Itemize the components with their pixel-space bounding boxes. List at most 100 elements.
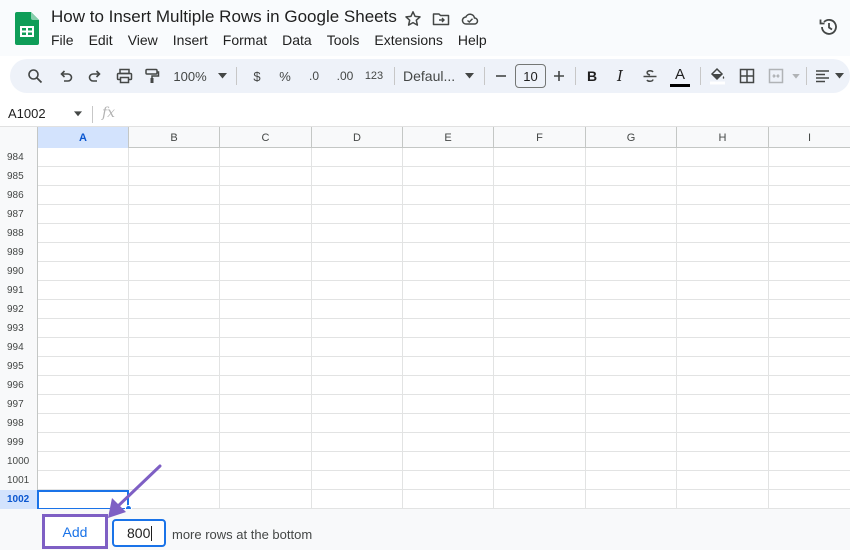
grid-cell[interactable]: [220, 281, 312, 300]
grid-cell[interactable]: [220, 490, 312, 509]
column-header-i[interactable]: I: [769, 127, 850, 148]
grid-cell[interactable]: [403, 319, 494, 338]
grid-cell[interactable]: [586, 319, 677, 338]
grid-cell[interactable]: [220, 452, 312, 471]
grid-cell[interactable]: [312, 224, 403, 243]
grid-cell[interactable]: [312, 205, 403, 224]
row-header[interactable]: 992: [0, 300, 38, 319]
grid-cell[interactable]: [312, 414, 403, 433]
grid-cell[interactable]: [38, 490, 129, 509]
grid-cell[interactable]: [403, 395, 494, 414]
star-icon[interactable]: [404, 10, 422, 28]
name-box-caret-icon[interactable]: [74, 111, 82, 117]
row-header[interactable]: 994: [0, 338, 38, 357]
grid-cell[interactable]: [129, 262, 220, 281]
grid-cell[interactable]: [494, 186, 586, 205]
select-all-corner[interactable]: [0, 127, 38, 148]
row-header[interactable]: 991: [0, 281, 38, 300]
move-folder-icon[interactable]: [432, 10, 450, 28]
increase-font-size-icon[interactable]: [550, 59, 568, 93]
grid-cell[interactable]: [38, 414, 129, 433]
grid-cell[interactable]: [677, 395, 769, 414]
grid-cell[interactable]: [403, 262, 494, 281]
cloud-saved-icon[interactable]: [461, 10, 479, 28]
row-header[interactable]: 999: [0, 433, 38, 452]
grid-cell[interactable]: [220, 262, 312, 281]
grid-cell[interactable]: [312, 319, 403, 338]
grid-cell[interactable]: [403, 376, 494, 395]
grid-cell[interactable]: [769, 319, 850, 338]
grid-cell[interactable]: [38, 205, 129, 224]
grid-cell[interactable]: [677, 338, 769, 357]
grid-cell[interactable]: [677, 414, 769, 433]
row-header[interactable]: 986: [0, 186, 38, 205]
zoom-select[interactable]: 100%: [170, 59, 210, 93]
grid-cell[interactable]: [38, 262, 129, 281]
decrease-font-size-icon[interactable]: [492, 59, 510, 93]
grid-cell[interactable]: [220, 319, 312, 338]
percent-format-button[interactable]: %: [276, 59, 294, 93]
grid-cell[interactable]: [403, 490, 494, 509]
name-box[interactable]: A1002: [8, 106, 46, 121]
grid-cell[interactable]: [677, 433, 769, 452]
grid-cell[interactable]: [586, 433, 677, 452]
grid-cell[interactable]: [677, 205, 769, 224]
grid-cell[interactable]: [312, 471, 403, 490]
column-header-g[interactable]: G: [586, 127, 677, 148]
grid-cell[interactable]: [769, 376, 850, 395]
font-size-input[interactable]: 10: [515, 64, 546, 88]
increase-decimal-button[interactable]: .00: [332, 59, 358, 93]
grid-cell[interactable]: [494, 300, 586, 319]
currency-format-button[interactable]: $: [248, 59, 266, 93]
grid-cell[interactable]: [677, 281, 769, 300]
grid-cell[interactable]: [677, 186, 769, 205]
grid-cell[interactable]: [494, 167, 586, 186]
grid-cell[interactable]: [677, 376, 769, 395]
grid-cell[interactable]: [586, 205, 677, 224]
undo-icon[interactable]: [55, 59, 77, 93]
row-header[interactable]: 987: [0, 205, 38, 224]
grid-cell[interactable]: [769, 395, 850, 414]
grid-cell[interactable]: [677, 357, 769, 376]
grid-cell[interactable]: [312, 281, 403, 300]
grid-cell[interactable]: [769, 357, 850, 376]
grid-cell[interactable]: [586, 452, 677, 471]
row-header[interactable]: 988: [0, 224, 38, 243]
grid-cell[interactable]: [677, 224, 769, 243]
grid-cell[interactable]: [312, 357, 403, 376]
grid-cell[interactable]: [769, 243, 850, 262]
version-history-icon[interactable]: [818, 16, 840, 38]
grid-cell[interactable]: [312, 452, 403, 471]
grid-cell[interactable]: [494, 357, 586, 376]
grid-cell[interactable]: [129, 414, 220, 433]
row-header[interactable]: 1002: [0, 490, 38, 509]
grid-cell[interactable]: [494, 376, 586, 395]
menu-file[interactable]: File: [51, 32, 81, 48]
grid-cell[interactable]: [677, 319, 769, 338]
grid-cell[interactable]: [220, 167, 312, 186]
grid-cell[interactable]: [129, 186, 220, 205]
grid-cell[interactable]: [403, 452, 494, 471]
row-header[interactable]: 989: [0, 243, 38, 262]
grid-cell[interactable]: [769, 281, 850, 300]
redo-icon[interactable]: [84, 59, 106, 93]
grid-cell[interactable]: [38, 357, 129, 376]
column-header-c[interactable]: C: [220, 127, 312, 148]
paint-format-icon[interactable]: [141, 59, 163, 93]
grid-cell[interactable]: [220, 338, 312, 357]
horizontal-align-icon[interactable]: [812, 59, 832, 93]
grid-cell[interactable]: [38, 224, 129, 243]
grid-cell[interactable]: [38, 319, 129, 338]
grid-cell[interactable]: [403, 471, 494, 490]
grid-cell[interactable]: [220, 205, 312, 224]
grid-cell[interactable]: [312, 376, 403, 395]
grid-cell[interactable]: [129, 338, 220, 357]
grid-cell[interactable]: [129, 452, 220, 471]
grid-cell[interactable]: [220, 243, 312, 262]
grid-cell[interactable]: [769, 186, 850, 205]
grid-cell[interactable]: [403, 243, 494, 262]
row-header[interactable]: 995: [0, 357, 38, 376]
grid-cell[interactable]: [494, 452, 586, 471]
grid-cell[interactable]: [38, 300, 129, 319]
grid-cell[interactable]: [403, 281, 494, 300]
